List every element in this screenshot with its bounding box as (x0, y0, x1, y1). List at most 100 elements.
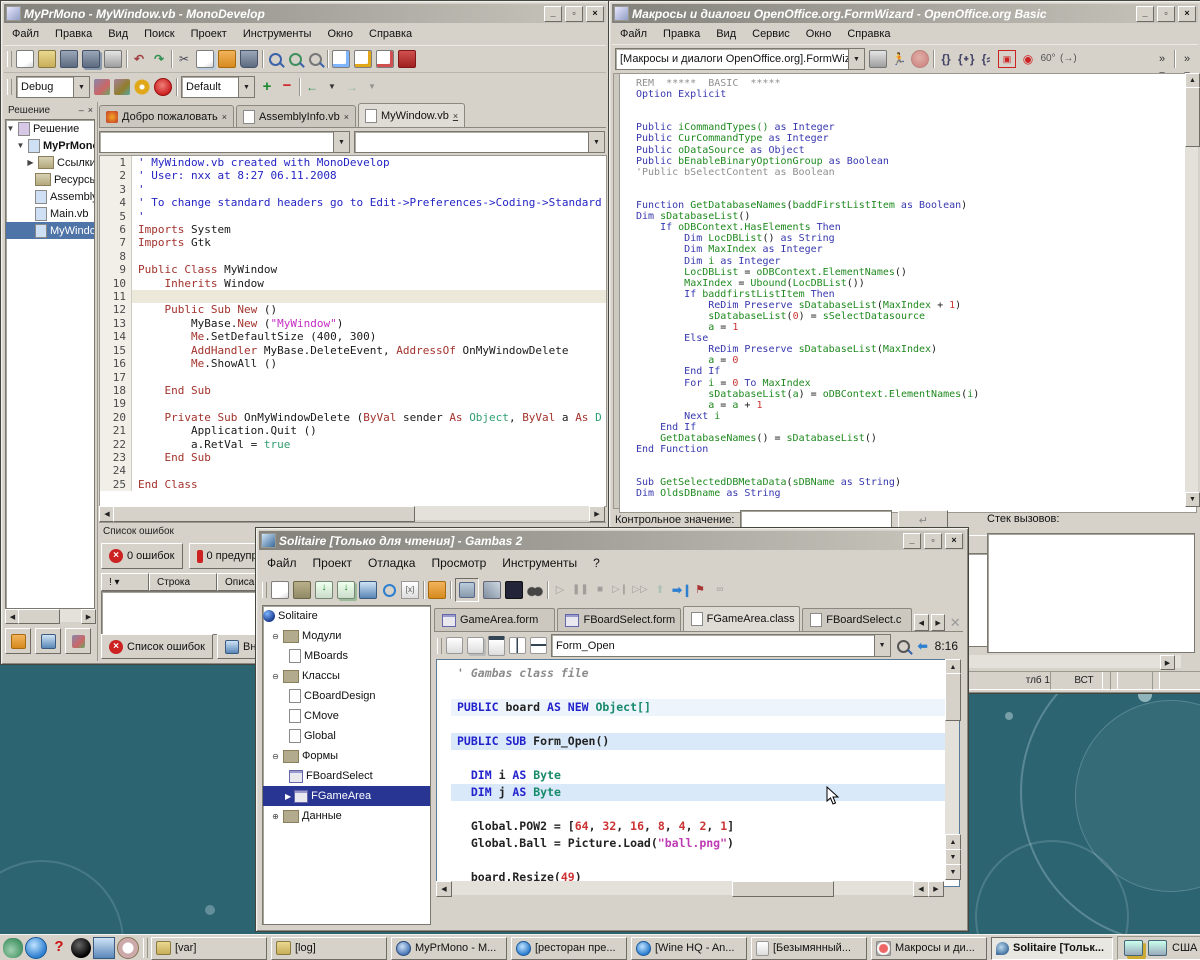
task-restoran[interactable]: [ресторан пре... (511, 937, 627, 960)
task-log[interactable]: [log] (271, 937, 387, 960)
tree-item-solution[interactable]: ▼Решение (6, 120, 94, 137)
tree-item-classes[interactable]: ⊖Классы (263, 666, 430, 686)
solution-tree[interactable]: ▼Решение ▼MyPrMono ▶Ссылки Ресурсы Assem… (5, 119, 95, 609)
zoom-icon[interactable] (895, 638, 911, 654)
archive-icon[interactable]: [x] (401, 581, 419, 599)
cut-icon[interactable]: ✂ (176, 51, 192, 67)
keyboard-layout[interactable]: США (1172, 942, 1197, 954)
pad-button-classes[interactable] (35, 628, 61, 654)
tree-item-fgamearea[interactable]: ▶FGameArea (263, 786, 430, 806)
redo-icon[interactable]: ↷ (151, 51, 167, 67)
properties-icon[interactable] (483, 581, 501, 599)
screens-icon[interactable] (1148, 940, 1167, 956)
breakpoint-enabled-icon[interactable]: ◉ (1020, 51, 1036, 67)
make-executable-icon[interactable] (428, 581, 446, 599)
minimize-button[interactable]: _ (903, 533, 921, 549)
menu-edit[interactable]: Правка (655, 25, 708, 43)
procedure-combo[interactable]: Form_Open▼ (551, 634, 891, 657)
chevron-down-icon[interactable]: ▼ (73, 77, 89, 97)
goto-current-icon[interactable]: ➡❙ (672, 582, 688, 598)
image-editor-button[interactable] (455, 578, 479, 602)
stop-icon[interactable]: ■ (592, 582, 608, 598)
watch-glasses-icon[interactable]: 60° (1040, 51, 1056, 67)
menu-window[interactable]: Окно (798, 25, 840, 43)
save-icon[interactable] (60, 50, 78, 68)
undo-icon[interactable]: ↶ (131, 51, 147, 67)
copy-icon[interactable] (196, 50, 214, 68)
console-icon[interactable] (505, 581, 523, 599)
add-watch-icon[interactable]: (→) (1060, 51, 1076, 67)
main-menu-foot-icon[interactable] (3, 938, 23, 958)
maximize-view-icon[interactable] (488, 636, 505, 656)
gambas-v-scrollbar[interactable]: ▲ ▲ ▼ ▼ (945, 659, 959, 880)
chevron-down-icon[interactable]: ▼ (874, 635, 890, 656)
tree-item-references[interactable]: ▶Ссылки (6, 154, 94, 171)
paste-icon[interactable] (218, 50, 236, 68)
class-combo[interactable]: ▼ (99, 131, 350, 153)
step-into-icon[interactable]: {᛭} (958, 51, 974, 67)
find-replace-icon[interactable] (287, 51, 303, 67)
gambas-titlebar[interactable]: Solitaire [Только для чтения] - Gambas 2… (259, 531, 965, 550)
compile-icon[interactable] (869, 50, 887, 68)
run-icon[interactable]: 🏃 (891, 51, 907, 67)
opera-sphere-icon[interactable] (71, 938, 91, 958)
tree-item-cmove[interactable]: CMove (263, 706, 430, 726)
refresh-icon[interactable] (381, 582, 397, 598)
column-severity[interactable]: ! ▾ (101, 573, 149, 591)
editor-h-scrollbar[interactable]: ◀ ▶ (99, 506, 605, 520)
screens-lock-icon[interactable] (1124, 940, 1143, 956)
add-file-icon[interactable] (354, 50, 372, 68)
minimize-button[interactable]: _ (544, 6, 562, 22)
forward-history-chevron-icon[interactable]: ▼ (364, 79, 380, 95)
maximize-button[interactable]: ▫ (565, 6, 583, 22)
minimize-button[interactable]: _ (1136, 6, 1154, 22)
scroll-down2-icon[interactable]: ▼ (945, 849, 961, 865)
back-history-chevron-icon[interactable]: ▼ (324, 79, 340, 95)
media-player-icon[interactable] (93, 937, 115, 959)
basic-v-scrollbar[interactable]: ▲ ▼ (1185, 73, 1198, 507)
gambas-h-scrollbar[interactable]: ◀ ◀ ▶ (436, 881, 944, 895)
open-icon[interactable] (293, 581, 311, 599)
layout-combo[interactable]: Default▼ (181, 76, 255, 98)
scroll-right-icon[interactable]: ▶ (1160, 655, 1175, 670)
split-horizontal-icon[interactable] (530, 637, 547, 654)
step-out-icon[interactable]: ⬆ (652, 582, 668, 598)
task-solitaire[interactable]: Solitaire [Тольк... (991, 937, 1113, 960)
pad-button-files[interactable] (5, 628, 31, 654)
find-in-files-icon[interactable] (307, 51, 323, 67)
tree-item-global[interactable]: Global (263, 726, 430, 746)
monodevelop-titlebar[interactable]: MyPrMono - MyWindow.vb - MonoDevelop _ ▫… (4, 4, 606, 23)
remove-layout-icon[interactable]: − (279, 79, 295, 95)
task-monodevelop[interactable]: MyPrMono - M... (391, 937, 507, 960)
tree-item-cboarddesign[interactable]: CBoardDesign (263, 686, 430, 706)
globe-cursor-icon[interactable] (25, 937, 47, 959)
new-document-icon[interactable] (16, 50, 34, 68)
tab-close-icon[interactable]: ✕ (947, 615, 963, 631)
menu-tools[interactable]: Инструменты (494, 553, 585, 573)
save-all-icon[interactable] (337, 581, 355, 599)
scroll-left2-icon[interactable]: ◀ (913, 881, 929, 897)
new-icon[interactable] (271, 581, 289, 599)
solution-h-scrollbar[interactable]: ◀ ▶ (5, 609, 96, 622)
stop-icon[interactable] (154, 78, 172, 96)
menu-window[interactable]: Окно (319, 25, 361, 43)
toolbar-overflow2-icon[interactable]: »▾ (1179, 51, 1195, 67)
menu-view[interactable]: Просмотр (423, 553, 494, 573)
menu-file[interactable]: Файл (612, 25, 655, 43)
tree-item-main[interactable]: Main.vb (6, 205, 94, 222)
navigate-back-icon[interactable]: ← (304, 79, 320, 95)
member-combo[interactable]: ▼ (354, 131, 605, 153)
clock-icon[interactable] (117, 937, 139, 959)
task-winehq[interactable]: [Wine HQ - An... (631, 937, 747, 960)
cascade-view-icon[interactable] (467, 637, 484, 654)
callstack-list[interactable] (987, 533, 1195, 653)
tree-item-fboardselect[interactable]: FBoardSelect (263, 766, 430, 786)
menu-file[interactable]: Файл (259, 553, 305, 573)
watch-glasses-icon[interactable]: ∞ (712, 582, 728, 598)
chevron-down-icon[interactable]: ▼ (588, 132, 604, 152)
menu-view[interactable]: Вид (100, 25, 136, 43)
close-button[interactable]: × (1178, 6, 1196, 22)
delete-icon[interactable] (240, 50, 258, 68)
step-over-icon[interactable]: {} (938, 51, 954, 67)
search-icon[interactable] (267, 51, 283, 67)
